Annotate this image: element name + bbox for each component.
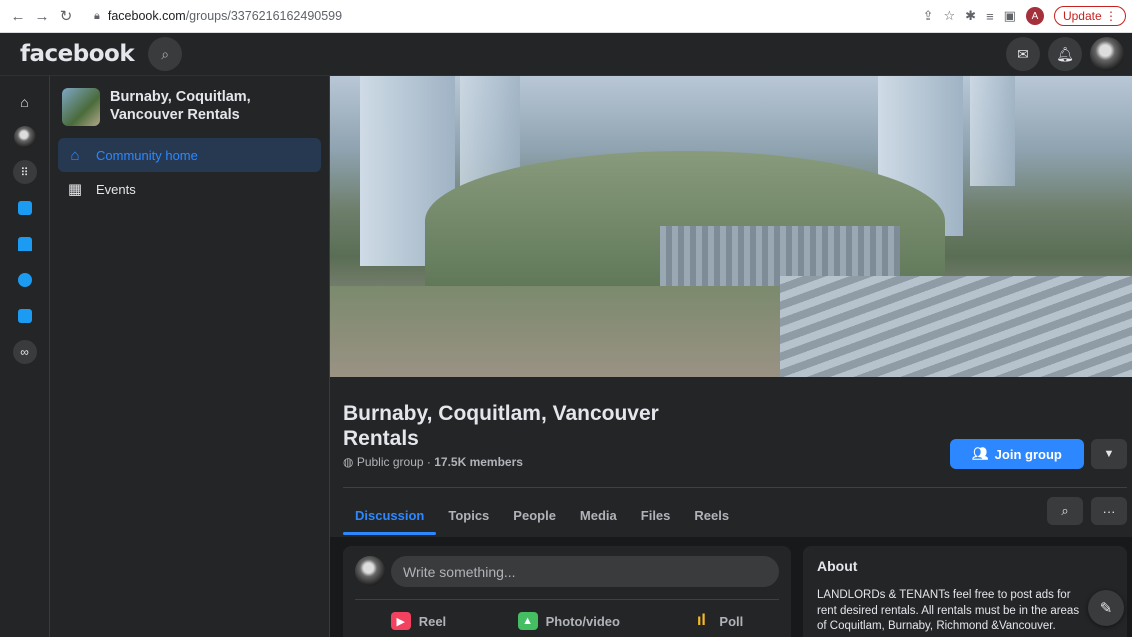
globe-icon: ◍: [343, 455, 354, 469]
post-composer: Write something... ▶ Reel ▲ Photo/video …: [343, 546, 791, 637]
composer-avatar[interactable]: [355, 556, 385, 586]
group-tabs: Discussion Topics People Media Files Ree…: [343, 495, 741, 535]
group-header: Burnaby, Coquitlam, Vancouver Rentals ◍ …: [330, 377, 1132, 537]
extensions-icon[interactable]: ✱: [965, 8, 976, 24]
cover-plaza: [330, 286, 780, 377]
url-host: facebook.com: [107, 9, 186, 23]
composer-divider: [355, 599, 779, 600]
home-icon[interactable]: ⌂: [13, 90, 37, 114]
reload-icon[interactable]: ↻: [56, 7, 76, 25]
group-meta: ◍ Public group · 17.5K members: [343, 455, 523, 469]
reading-list-icon[interactable]: ≡: [986, 9, 994, 24]
marketplace-icon[interactable]: [13, 232, 37, 256]
browser-profile-avatar[interactable]: A: [1025, 7, 1044, 25]
house-icon: ⌂: [70, 146, 80, 164]
about-heading: About: [817, 558, 858, 574]
lock-icon: 🔒︎: [94, 9, 100, 22]
tab-reels[interactable]: Reels: [682, 495, 741, 535]
poll-icon: ıl: [696, 612, 706, 629]
sidebar-group-header[interactable]: Burnaby, Coquitlam, Vancouver Rentals: [58, 84, 321, 138]
tab-people[interactable]: People: [501, 495, 568, 535]
join-group-label: Join group: [994, 446, 1062, 462]
group-main: Burnaby, Coquitlam, Vancouver Rentals ◍ …: [330, 76, 1132, 637]
group-thumbnail: [62, 88, 100, 126]
tab-discussion[interactable]: Discussion: [343, 495, 437, 535]
browser-toolbar: ← → ↻ 🔒︎ facebook.com /groups/3376216162…: [0, 0, 1132, 33]
about-text: LANDLORDs & TENANTs feel free to post ad…: [817, 589, 1080, 633]
forward-icon[interactable]: →: [32, 8, 52, 25]
header-actions: ✉ 🔔︎: [1006, 37, 1124, 71]
star-icon[interactable]: ☆: [944, 8, 956, 24]
url-path: /groups/3376216162490599: [185, 9, 343, 23]
reel-label: Reel: [418, 613, 447, 629]
cover-tower-far: [970, 76, 1015, 186]
reel-button[interactable]: ▶ Reel: [390, 608, 447, 634]
link-icon[interactable]: ∞: [12, 340, 37, 364]
watch-icon[interactable]: [13, 196, 37, 220]
update-button[interactable]: Update ⋮: [1053, 6, 1126, 26]
groups-icon[interactable]: [13, 268, 37, 292]
profile-shortcut-avatar[interactable]: [13, 126, 36, 148]
join-group-button[interactable]: 👥︎ Join group: [950, 439, 1084, 469]
poll-button[interactable]: ıl Poll: [691, 608, 743, 634]
photo-icon: ▲: [517, 612, 538, 630]
facebook-logo[interactable]: facebook: [20, 41, 135, 67]
community-sidebar: Burnaby, Coquitlam, Vancouver Rentals ⌂ …: [50, 76, 330, 637]
sidebar-item-label: Events: [96, 181, 136, 197]
new-message-icon[interactable]: ✎: [1088, 590, 1124, 626]
tab-media[interactable]: Media: [568, 495, 629, 535]
photo-video-label: Photo/video: [545, 613, 620, 629]
menu-grid-icon[interactable]: ⠿: [12, 160, 37, 184]
photo-video-button[interactable]: ▲ Photo/video: [517, 608, 620, 634]
back-icon[interactable]: ←: [8, 8, 28, 25]
header-divider: [343, 487, 1127, 488]
messenger-icon[interactable]: ✉: [1006, 37, 1040, 71]
people-icon: 👥︎: [972, 446, 989, 461]
share-icon[interactable]: ⇪: [923, 8, 934, 24]
browser-nav: ← → ↻: [8, 7, 76, 26]
address-bar[interactable]: 🔒︎ facebook.com /groups/3376216162490599: [88, 3, 923, 29]
search-icon[interactable]: ⌕: [148, 37, 183, 71]
sidebar-item-events[interactable]: ▦ Events: [58, 172, 321, 206]
group-search-icon[interactable]: ⌕: [1047, 497, 1083, 525]
reel-icon: ▶: [390, 612, 411, 630]
side-panel-icon[interactable]: ▣: [1004, 8, 1016, 24]
group-title: Burnaby, Coquitlam, Vancouver Rentals: [343, 402, 659, 451]
notifications-bell-icon[interactable]: 🔔︎: [1048, 37, 1082, 71]
gaming-icon[interactable]: [13, 304, 37, 328]
sidebar-group-name: Burnaby, Coquitlam, Vancouver Rentals: [110, 89, 251, 124]
write-something-input[interactable]: Write something...: [391, 556, 779, 587]
left-rail: ⌂ ⠿ ∞: [0, 76, 50, 637]
privacy-label: Public group: [356, 455, 424, 469]
calendar-grid-icon: ▦: [67, 181, 83, 198]
cover-glass-canopy: [780, 276, 1132, 377]
cover-photo: [330, 76, 1132, 377]
tab-topics[interactable]: Topics: [436, 495, 501, 535]
more-options-icon[interactable]: ···: [1091, 497, 1127, 525]
about-card: About LANDLORDs & TENANTs feel free to p…: [803, 546, 1127, 637]
poll-label: Poll: [719, 613, 744, 629]
member-count[interactable]: 17.5K members: [434, 455, 523, 469]
tab-files[interactable]: Files: [629, 495, 683, 535]
chevron-down-icon[interactable]: ▼: [1091, 439, 1127, 469]
update-label: Update: [1062, 9, 1102, 23]
account-avatar[interactable]: [1090, 37, 1124, 71]
sidebar-item-community-home[interactable]: ⌂ Community home: [58, 138, 321, 172]
browser-actions: ⇪ ☆ ✱ ≡ ▣ A Update ⋮: [923, 6, 1126, 26]
sidebar-item-label: Community home: [96, 147, 198, 163]
composer-actions: ▶ Reel ▲ Photo/video ıl Poll: [355, 608, 779, 634]
meta-separator: ·: [423, 455, 435, 469]
facebook-header: facebook ⌕ ✉ 🔔︎: [0, 33, 1132, 76]
